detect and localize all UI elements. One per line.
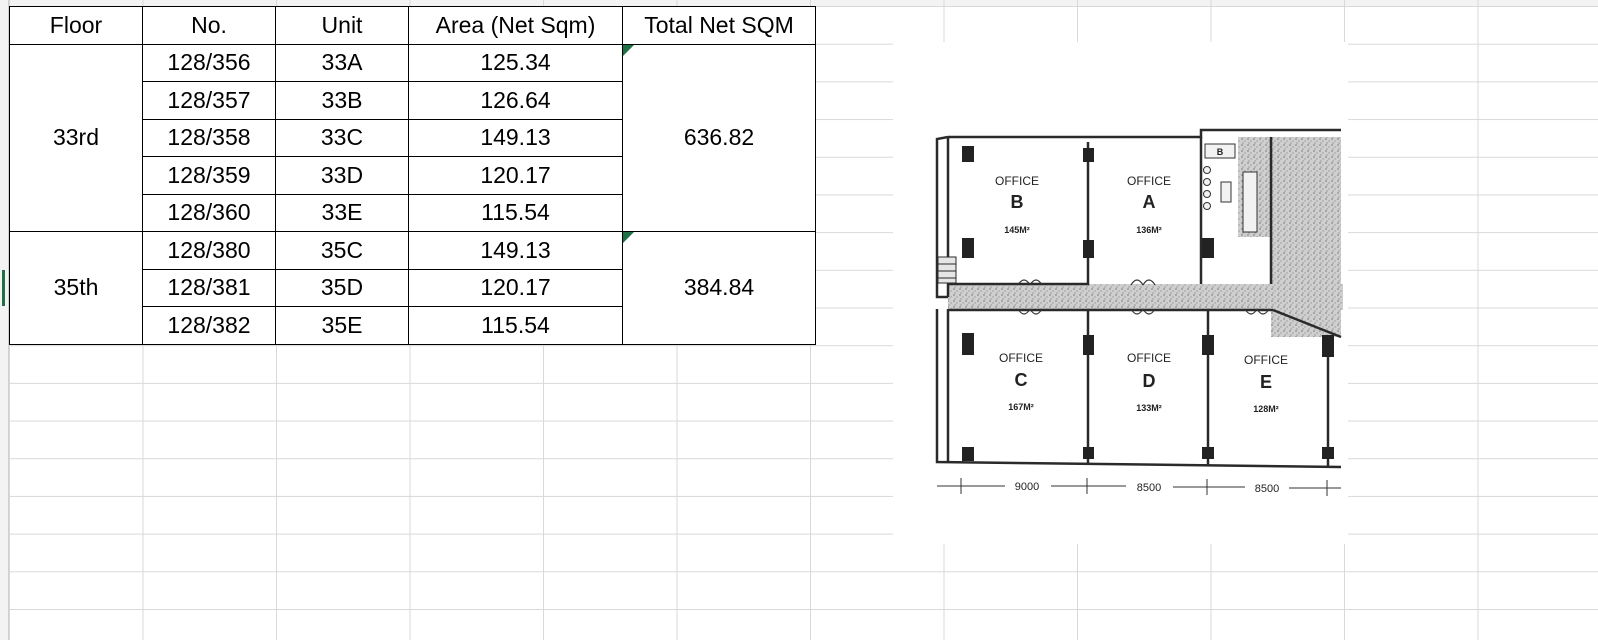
header-no[interactable]: No. [142,6,276,45]
office-label-b: OFFICE B 145M² [995,174,1039,235]
office-word: OFFICE [999,351,1043,365]
area-cell[interactable]: 149.13 [408,118,623,157]
header-floor[interactable]: Floor [9,6,143,45]
office-label-a: OFFICE A 136M² [1127,174,1171,235]
area-cell[interactable]: 120.17 [408,156,623,195]
no-cell[interactable]: 128/356 [142,43,276,82]
dimension-label: 9000 [1015,481,1039,493]
unit-cell[interactable]: 35D [275,268,409,307]
no-cell[interactable]: 128/380 [142,231,276,270]
floor-plan-drawing: B OFFICE B 145M² OFFICE A 136M² OFFICE C… [935,128,1343,496]
total-cell[interactable]: 636.82 [622,43,816,232]
office-word: OFFICE [1127,174,1171,188]
header-total[interactable]: Total Net SQM [622,6,816,45]
floor-plan-image[interactable]: B OFFICE B 145M² OFFICE A 136M² OFFICE C… [893,42,1348,544]
no-cell[interactable]: 128/359 [142,156,276,195]
table-row: 35th 128/380 35C 149.13 384.84 [9,231,816,345]
table-header-row: Floor No. Unit Area (Net Sqm) Total Net … [9,6,816,45]
unit-cell[interactable]: 33C [275,118,409,157]
area-cell[interactable]: 125.34 [408,43,623,82]
no-cell[interactable]: 128/381 [142,268,276,307]
service-core [1271,137,1341,337]
unit-cell[interactable]: 33A [275,43,409,82]
header-unit[interactable]: Unit [275,6,409,45]
area-cell[interactable]: 126.64 [408,81,623,120]
no-cell[interactable]: 128/382 [142,306,276,345]
office-letter: B [1011,192,1024,212]
area-cell[interactable]: 149.13 [408,231,623,270]
unit-cell[interactable]: 33B [275,81,409,120]
area-cell[interactable]: 115.54 [408,193,623,232]
office-label-d: OFFICE D 133M² [1127,351,1171,413]
stair-icon [937,256,957,284]
comment-indicator[interactable] [623,232,634,243]
office-word: OFFICE [1127,351,1171,365]
active-row-indicator [2,270,5,306]
row-header-strip [0,0,9,640]
unit-cell[interactable]: 33E [275,193,409,232]
office-letter: D [1143,371,1156,391]
office-label-c: OFFICE C 167M² [999,351,1043,412]
total-cell[interactable]: 384.84 [622,231,816,345]
unit-cell[interactable]: 33D [275,156,409,195]
office-letter: E [1260,372,1272,392]
total-value: 384.84 [683,274,755,301]
unit-cell[interactable]: 35C [275,231,409,270]
floor-cell[interactable]: 33rd [9,43,143,232]
no-cell[interactable]: 128/360 [142,193,276,232]
dimension-label: 8500 [1255,483,1279,495]
table-row: 33rd 128/356 33A 125.34 636.82 [9,43,816,232]
unit-cell[interactable]: 35E [275,306,409,345]
office-word: OFFICE [995,174,1039,188]
office-word: OFFICE [1244,353,1288,367]
office-label-e: OFFICE E 128M² [1244,353,1288,414]
dimension-label: 8500 [1137,482,1161,494]
unit-area-table: Floor No. Unit Area (Net Sqm) Total Net … [9,6,816,345]
comment-indicator[interactable] [623,44,634,56]
area-cell[interactable]: 120.17 [408,268,623,307]
office-area: 136M² [1136,225,1162,235]
total-value: 636.82 [683,124,755,151]
office-letter: A [1143,192,1156,212]
floor-cell[interactable]: 35th [9,231,143,345]
office-letter: C [1015,370,1028,390]
no-cell[interactable]: 128/357 [142,81,276,120]
header-area[interactable]: Area (Net Sqm) [408,6,623,45]
stair-label: B [1217,147,1224,157]
office-area: 128M² [1253,404,1279,414]
office-area: 133M² [1136,403,1162,413]
area-cell[interactable]: 115.54 [408,306,623,345]
office-area: 167M² [1008,402,1034,412]
no-cell[interactable]: 128/358 [142,118,276,157]
office-area: 145M² [1004,225,1030,235]
